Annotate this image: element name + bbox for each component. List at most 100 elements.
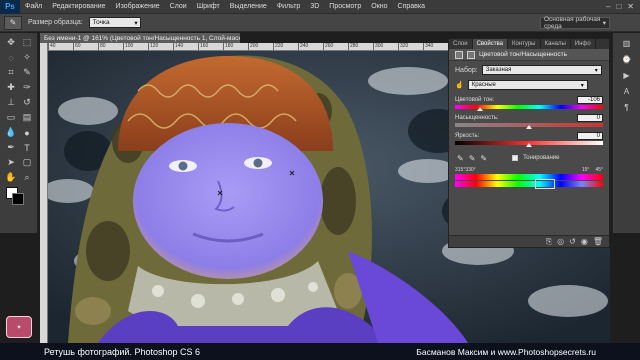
dodge-tool-icon[interactable]: ● bbox=[20, 126, 34, 139]
lightness-input[interactable]: 0 bbox=[577, 131, 603, 140]
move-tool-icon[interactable]: ✥ bbox=[4, 36, 18, 49]
hue-slider-thumb[interactable] bbox=[477, 107, 484, 111]
saturation-slider[interactable] bbox=[455, 123, 603, 129]
menu-filter[interactable]: Фильтр bbox=[272, 3, 306, 10]
menu-help[interactable]: Справка bbox=[393, 3, 430, 10]
type-tool-icon[interactable]: T bbox=[20, 141, 34, 154]
minimize-icon[interactable]: – bbox=[606, 2, 610, 11]
view-previous-icon[interactable]: ◎ bbox=[557, 237, 564, 246]
saturation-row: Насыщенность: 0 bbox=[449, 113, 609, 122]
lightness-slider[interactable] bbox=[455, 141, 603, 147]
mask-icon[interactable] bbox=[467, 50, 475, 59]
sample-size-select[interactable]: Точка ▾ bbox=[88, 17, 141, 28]
close-icon[interactable]: ✕ bbox=[627, 2, 634, 11]
menu-edit[interactable]: Редактирование bbox=[47, 3, 110, 10]
history-icon[interactable]: ⌚ bbox=[619, 53, 635, 65]
panel-footer: ⎘ ◎ ↺ ◉ 🗑 bbox=[449, 235, 609, 247]
path-select-tool-icon[interactable]: ➤ bbox=[4, 156, 18, 169]
background-color[interactable] bbox=[12, 193, 24, 205]
panel-header: Цветовой тон/Насыщенность bbox=[449, 49, 609, 61]
hue-row: Цветовой тон: -106 bbox=[449, 95, 609, 104]
paragraph-icon[interactable]: ¶ bbox=[619, 101, 635, 113]
eyedropper-minus-icon[interactable]: ✎ bbox=[480, 154, 487, 163]
collapsed-panels-strip: ▥ ⌚ ▶ A ¶ bbox=[612, 33, 640, 233]
gradient-tool-icon[interactable]: ▤ bbox=[20, 111, 34, 124]
tools-panel: ✥ ⬚ ◌ ✧ ⌗ ✎ ✚ ✑ ⊥ ↺ ▭ ▤ 💧 ● ✒ T ➤ ▢ ✋ ⌕ bbox=[0, 33, 38, 233]
history-brush-icon[interactable]: ↺ bbox=[20, 96, 34, 109]
channel-select[interactable]: Красные ▾ bbox=[467, 80, 588, 90]
horizontal-ruler: 40 60 80 100 120 140 160 180 200 220 240… bbox=[48, 43, 448, 51]
brush-tool-icon[interactable]: ✑ bbox=[20, 81, 34, 94]
saturation-slider-thumb[interactable] bbox=[526, 125, 532, 129]
character-icon[interactable]: A bbox=[619, 85, 635, 97]
color-swatches[interactable] bbox=[6, 187, 37, 215]
maximize-icon[interactable]: □ bbox=[616, 2, 621, 11]
panel-title: Цветовой тон/Насыщенность bbox=[479, 51, 567, 58]
pen-tool-icon[interactable]: ✒ bbox=[4, 141, 18, 154]
shape-tool-icon[interactable]: ▢ bbox=[20, 156, 34, 169]
blur-tool-icon[interactable]: 💧 bbox=[4, 126, 18, 139]
quick-select-tool-icon[interactable]: ✧ bbox=[20, 51, 34, 64]
crop-tool-icon[interactable]: ⌗ bbox=[4, 66, 18, 79]
vertical-ruler bbox=[40, 43, 48, 343]
eyedropper-preset-icon[interactable]: ✎ bbox=[4, 15, 22, 30]
chevron-down-icon: ▾ bbox=[594, 67, 598, 74]
preset-select[interactable]: Заказная ▾ bbox=[481, 65, 602, 75]
adjustment-layer-icon bbox=[455, 50, 463, 59]
menu-image[interactable]: Изображение bbox=[111, 3, 165, 10]
tab-layers[interactable]: Слои bbox=[449, 39, 473, 49]
range-label-left1: 315° bbox=[455, 167, 466, 173]
sample-size-label: Размер образца: bbox=[28, 19, 83, 26]
lightness-slider-thumb[interactable] bbox=[526, 143, 532, 147]
eyedropper-plus-icon[interactable]: ✎ bbox=[469, 154, 476, 163]
eyedropper-tool-icon[interactable]: ✎ bbox=[20, 66, 34, 79]
eyedropper-icon[interactable]: ✎ bbox=[457, 154, 464, 163]
window-controls: – □ ✕ bbox=[606, 2, 640, 11]
marquee-tool-icon[interactable]: ⬚ bbox=[20, 36, 34, 49]
properties-panel: Слои Свойства Контуры Каналы Инфо Цветов… bbox=[448, 38, 610, 248]
panel-tabs: Слои Свойства Контуры Каналы Инфо bbox=[449, 39, 609, 49]
menu-window[interactable]: Окно bbox=[366, 3, 392, 10]
colorize-checkbox[interactable] bbox=[512, 155, 519, 161]
output-spectrum-bar[interactable] bbox=[455, 179, 603, 189]
lasso-tool-icon[interactable]: ◌ bbox=[4, 51, 18, 64]
document-tab[interactable]: Без имени-1 @ 161% (Цветовой тон/Насыщен… bbox=[40, 33, 240, 43]
actions-icon[interactable]: ▶ bbox=[619, 69, 635, 81]
menu-layers[interactable]: Слои bbox=[165, 3, 192, 10]
menu-view[interactable]: Просмотр bbox=[324, 3, 366, 10]
range-label-right2: 45° bbox=[595, 167, 603, 173]
menu-type[interactable]: Шрифт bbox=[192, 3, 225, 10]
chevron-down-icon: ▾ bbox=[602, 20, 606, 27]
input-spectrum-bar bbox=[455, 174, 603, 180]
healing-tool-icon[interactable]: ✚ bbox=[4, 81, 18, 94]
stamp-tool-icon[interactable]: ⊥ bbox=[4, 96, 18, 109]
menu-bar: Ps Файл Редактирование Изображение Слои … bbox=[0, 0, 640, 14]
visibility-icon[interactable]: ◉ bbox=[581, 237, 588, 246]
hue-slider[interactable] bbox=[455, 105, 603, 111]
hue-input[interactable]: -106 bbox=[577, 95, 603, 104]
tab-info[interactable]: Инфо bbox=[571, 39, 596, 49]
tab-properties[interactable]: Свойства bbox=[472, 39, 508, 49]
preset-label: Набор: bbox=[455, 66, 478, 74]
eyedropper-row: ✎ ✎ ✎ Тонирование bbox=[449, 153, 609, 163]
hue-label: Цветовой тон: bbox=[455, 96, 495, 103]
menu-file[interactable]: Файл bbox=[20, 3, 47, 10]
lightness-row: Яркость: 0 bbox=[449, 131, 609, 140]
menu-select[interactable]: Выделение bbox=[225, 3, 272, 10]
tab-paths[interactable]: Контуры bbox=[508, 39, 541, 49]
histogram-icon[interactable]: ▥ bbox=[619, 37, 635, 49]
channel-row: ☝ Красные ▾ bbox=[449, 79, 609, 91]
tab-channels[interactable]: Каналы bbox=[541, 39, 571, 49]
menu-3d[interactable]: 3D bbox=[305, 3, 324, 10]
hand-target-icon[interactable]: ☝ bbox=[455, 81, 464, 89]
workspace-select[interactable]: Основная рабочая среда ▾ bbox=[540, 16, 610, 30]
reset-icon[interactable]: ↺ bbox=[569, 237, 576, 246]
eraser-tool-icon[interactable]: ▭ bbox=[4, 111, 18, 124]
range-selector[interactable] bbox=[535, 179, 555, 189]
saturation-input[interactable]: 0 bbox=[577, 113, 603, 122]
hand-tool-icon[interactable]: ✋ bbox=[4, 171, 18, 184]
lightness-label: Яркость: bbox=[455, 132, 480, 139]
clip-to-layer-icon[interactable]: ⎘ bbox=[546, 237, 552, 247]
zoom-tool-icon[interactable]: ⌕ bbox=[20, 171, 34, 184]
delete-icon[interactable]: 🗑 bbox=[593, 237, 603, 246]
